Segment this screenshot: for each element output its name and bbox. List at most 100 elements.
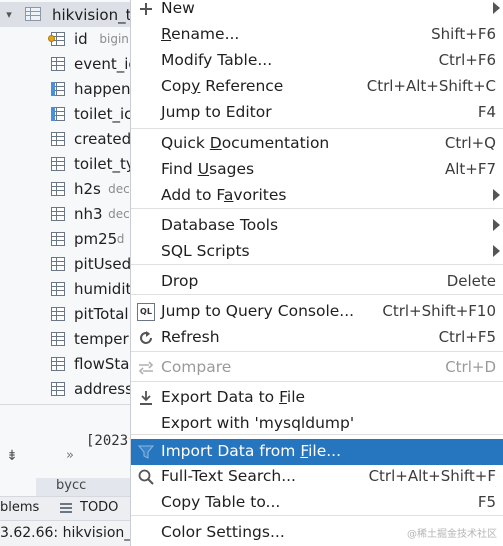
- tree-node-column[interactable]: temper: [0, 326, 130, 351]
- column-name: happen: [74, 79, 130, 98]
- menu-item-database-tools[interactable]: Database Tools: [131, 213, 503, 239]
- menu-item-label: Database Tools: [161, 216, 279, 234]
- menu-item-jump-to-query-console[interactable]: QL Jump to Query Console... Ctrl+Shift+F10: [131, 299, 503, 325]
- tree-node-column[interactable]: address: [0, 376, 130, 401]
- tree-node-column[interactable]: flowSta: [0, 351, 130, 376]
- menu-item-shortcut: Ctrl+F5: [438, 328, 496, 346]
- menu-item-shortcut: F4: [477, 103, 496, 121]
- submenu-arrow-icon: [493, 189, 500, 201]
- menu-item-label: Jump to Query Console...: [161, 302, 355, 320]
- search-icon: [137, 468, 155, 486]
- chevron-down-icon[interactable]: ▾: [4, 8, 14, 21]
- column-name: pitUsed: [74, 254, 130, 273]
- menu-item-find-usages[interactable]: Find Usages Alt+F7: [131, 157, 503, 183]
- menu-item-label: Export with 'mysqldump': [161, 414, 355, 432]
- menu-item-refresh[interactable]: Refresh Ctrl+F5: [131, 325, 503, 351]
- column-icon: [48, 206, 66, 222]
- column-name: temper: [74, 329, 129, 348]
- menu-item-label: Find Usages: [161, 160, 255, 178]
- menu-item-shortcut: Ctrl+Alt+Shift+F: [368, 467, 496, 485]
- menu-item-export-data-to-file[interactable]: Export Data to File: [131, 385, 503, 411]
- column-type: dec: [108, 181, 130, 196]
- import-icon: [137, 443, 155, 461]
- column-icon: [48, 131, 66, 147]
- database-tree-panel: ▾ hikvision_t idbigin event_ichappen toile…: [0, 0, 130, 546]
- tree-node-column[interactable]: toilet_ic: [0, 101, 130, 126]
- menu-item-jump-to-editor[interactable]: Jump to Editor F4: [131, 100, 503, 126]
- menu-item-label: New: [161, 0, 195, 17]
- column-icon: [48, 306, 66, 322]
- table-icon: [25, 7, 41, 21]
- menu-item-shortcut: Delete: [446, 272, 496, 290]
- menu-item-full-text-search[interactable]: Full-Text Search... Ctrl+Alt+Shift+F: [131, 464, 503, 490]
- column-icon: [48, 381, 66, 397]
- tree-node-table-bycc[interactable]: bycc: [36, 478, 130, 496]
- tree-node-column[interactable]: happen: [0, 76, 130, 101]
- tree-node-column[interactable]: humidit: [0, 276, 130, 301]
- menu-item-label: Modify Table...: [161, 51, 273, 69]
- menu-item-label: Export Data to File: [161, 388, 306, 406]
- watermark: @稀土掘金技术社区: [407, 529, 497, 540]
- column-name: h2s: [74, 179, 101, 198]
- primary-key-column-icon: [48, 31, 66, 47]
- column-icon: [48, 356, 66, 372]
- download-icon: [137, 389, 155, 407]
- column-type: d: [116, 231, 125, 246]
- tree-node-column[interactable]: pm25 d: [0, 226, 130, 251]
- tree-node-column[interactable]: h2s dec: [0, 176, 130, 201]
- status-text: 3.62.66: hikvision_t: [0, 525, 130, 541]
- menu-separator: [131, 381, 503, 382]
- column-name: event_ic: [74, 54, 130, 73]
- table-name-bycc: bycc: [56, 478, 87, 493]
- menu-item-shortcut: Ctrl+Q: [444, 134, 496, 152]
- tab-todo[interactable]: TODO: [80, 500, 118, 515]
- column-name: toilet_ty: [74, 154, 130, 173]
- tab-problems[interactable]: blems: [0, 500, 39, 515]
- tree-node-column[interactable]: toilet_ty: [0, 151, 130, 176]
- collapse-all-icon[interactable]: ⇟: [4, 448, 20, 466]
- menu-item-shortcut: F5: [477, 493, 496, 511]
- menu-item-import-data-from-file[interactable]: Import Data from File...: [131, 439, 503, 465]
- table-name: hikvision_t: [52, 5, 130, 24]
- tree-node-column[interactable]: pitUsed: [0, 251, 130, 276]
- column-type: dec: [108, 206, 130, 221]
- menu-item-modify-table[interactable]: Modify Table... Ctrl+F6: [131, 48, 503, 74]
- column-icon: [48, 156, 66, 172]
- tree-node-column[interactable]: nh3 dec: [0, 201, 130, 226]
- tree-node-column[interactable]: created: [0, 126, 130, 151]
- menu-item-label: Jump to Editor: [161, 103, 272, 121]
- menu-item-export-with-mysqldump[interactable]: Export with 'mysqldump': [131, 411, 503, 437]
- column-name: id: [74, 29, 88, 48]
- tree-node-column[interactable]: pitTotal: [0, 301, 130, 326]
- column-icon: [48, 256, 66, 272]
- column-icon: [48, 331, 66, 347]
- menu-item-label: Full-Text Search...: [161, 467, 296, 485]
- menu-item-label: Refresh: [161, 328, 220, 346]
- menu-item-sql-scripts[interactable]: SQL Scripts: [131, 239, 503, 265]
- column-name: nh3: [74, 204, 103, 223]
- menu-item-rename[interactable]: Rename... Shift+F6: [131, 22, 503, 48]
- menu-item-shortcut: Ctrl+Alt+Shift+C: [366, 77, 496, 95]
- menu-item-drop[interactable]: Drop Delete: [131, 269, 503, 295]
- menu-item-label: Add to Favorites: [161, 186, 287, 204]
- column-icon: [48, 231, 66, 247]
- menu-item-add-to-favorites[interactable]: Add to Favorites: [131, 183, 503, 209]
- menu-item-label: Drop: [161, 272, 199, 290]
- menu-item-shortcut: Shift+F6: [431, 25, 496, 43]
- menu-item-shortcut: Ctrl+F6: [438, 51, 496, 69]
- menu-item-new[interactable]: New: [131, 0, 503, 22]
- tree-node-table[interactable]: ▾ hikvision_t: [0, 2, 130, 27]
- menu-item-shortcut: Alt+F7: [444, 160, 496, 178]
- column-name: humidit: [74, 279, 130, 298]
- column-name: pm25: [74, 229, 118, 248]
- tree-node-column[interactable]: id bigin: [0, 26, 130, 51]
- column-name: flowSta: [74, 354, 130, 373]
- menu-item-copy-reference[interactable]: Copy Reference Ctrl+Alt+Shift+C: [131, 74, 503, 100]
- menu-item-copy-table-to[interactable]: Copy Table to... F5: [131, 490, 503, 516]
- tree-node-column[interactable]: event_ic: [0, 51, 130, 76]
- menu-item-quick-documentation[interactable]: Quick Documentation Ctrl+Q: [131, 131, 503, 157]
- menu-separator: [131, 351, 503, 352]
- menu-item-compare: Compare Ctrl+D: [131, 355, 503, 381]
- column-name: address: [74, 379, 130, 398]
- double-chevron-icon[interactable]: »: [66, 448, 80, 466]
